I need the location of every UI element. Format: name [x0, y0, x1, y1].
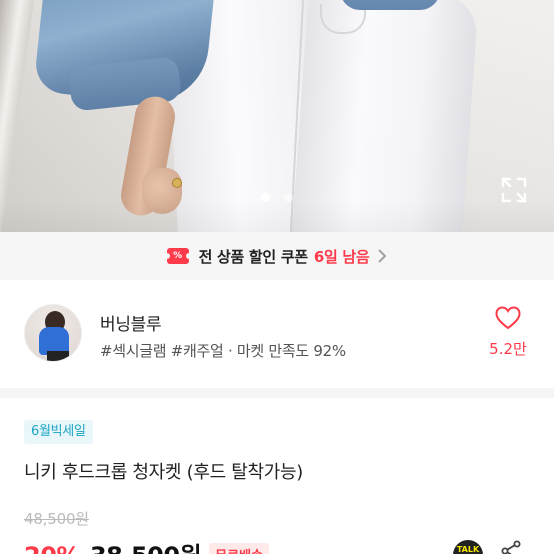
avatar-legs: [47, 351, 69, 361]
chevron-right-icon: [378, 249, 387, 263]
product-image[interactable]: [0, 0, 554, 232]
original-price: 48,500원: [24, 510, 89, 528]
share-icon[interactable]: [500, 540, 522, 554]
product-title: 니키 후드크롭 청자켓 (후드 탈착가능): [24, 462, 304, 483]
shop-tags: #섹시글램 #캐주얼 · 마켓 만족도 92%: [100, 342, 346, 360]
coupon-days-left: 6일 남음: [313, 247, 370, 266]
like-button[interactable]: 5.2만: [488, 306, 528, 366]
coupon-icon: %: [163, 248, 192, 264]
sale-price: 38,500원: [90, 542, 202, 554]
heart-icon: [495, 306, 521, 330]
photo-jacket-right: [340, 0, 440, 10]
discount-rate: 20%: [24, 542, 80, 554]
talk-button[interactable]: TALK: [453, 540, 483, 554]
photo-ring: [172, 178, 182, 188]
coupon-text: 전 상품 할인 쿠폰: [198, 247, 309, 266]
shipping-badge[interactable]: 무료배송: [209, 543, 269, 554]
shop-info[interactable]: 버닝블루 #섹시글램 #캐주얼 · 마켓 만족도 92% 5.2만: [0, 290, 554, 380]
shop-name[interactable]: 버닝블루: [100, 310, 162, 335]
gallery-dot-2[interactable]: [284, 193, 293, 202]
coupon-banner[interactable]: % 전 상품 할인 쿠폰 6일 남음: [0, 232, 554, 280]
talk-label: TALK: [456, 545, 480, 554]
section-divider: [0, 388, 554, 398]
like-count: 5.2만: [489, 340, 527, 358]
gallery-pagination: [0, 193, 554, 205]
chevron-down-icon[interactable]: ⌄: [273, 548, 285, 554]
sale-badge: 6월빅세일: [24, 420, 93, 444]
price-row: 20% 38,500원 무료배송 ⌄: [24, 536, 285, 554]
gallery-dot-1[interactable]: [261, 193, 270, 202]
expand-icon[interactable]: [500, 176, 528, 204]
avatar[interactable]: [24, 304, 82, 362]
